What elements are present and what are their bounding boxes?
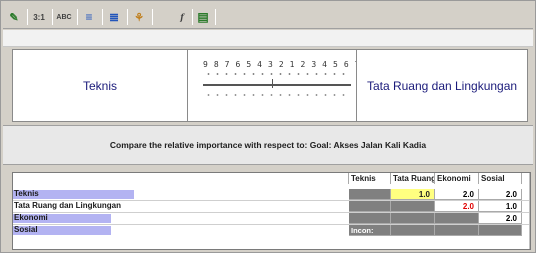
comparison-matrix: Teknis Tata Ruang Ekonomi Sosial Teknis … bbox=[12, 172, 531, 250]
matrix-corner bbox=[13, 173, 349, 184]
row-label[interactable]: Sosial bbox=[13, 225, 38, 235]
matrix-cell[interactable]: 2.0 bbox=[479, 189, 522, 200]
pairwise-icon[interactable]: ✎ bbox=[5, 7, 23, 27]
numerical-compare-button[interactable]: 3:1 bbox=[30, 7, 48, 27]
left-element-label[interactable]: Teknis bbox=[13, 50, 188, 121]
inconsistency-ratio: Incon: 0.07 bbox=[349, 225, 391, 246]
diagonal-cell bbox=[435, 213, 479, 224]
scale-ticks bbox=[204, 72, 350, 76]
scale-numbers: 9 8 7 6 5 4 3 2 1 2 3 4 5 6 7 8 9 bbox=[203, 60, 382, 69]
lower-cell bbox=[391, 225, 435, 236]
diagonal-cell bbox=[479, 225, 522, 236]
lower-cell bbox=[349, 201, 391, 212]
questionnaire-button[interactable]: ≣ bbox=[105, 7, 123, 27]
toolbar-separator bbox=[192, 9, 193, 25]
matrix-row: Ekonomi 2.0 bbox=[13, 213, 530, 224]
diagonal-cell bbox=[349, 189, 391, 200]
column-header[interactable]: Ekonomi bbox=[435, 173, 479, 184]
toolbar-separator bbox=[127, 9, 128, 25]
verbal-compare-button[interactable]: ABC bbox=[55, 7, 73, 27]
scale-track[interactable] bbox=[203, 84, 351, 86]
toolbar-separator bbox=[152, 9, 153, 25]
toolbar-separator bbox=[27, 9, 28, 25]
comparison-prompt: Compare the relative importance with res… bbox=[3, 125, 533, 165]
toolbar-separator bbox=[215, 9, 216, 25]
graphical-compare-button[interactable]: ≡ bbox=[80, 7, 98, 27]
ahp-comparison-window: ✎ 3:1 ABC ≡ ≣ ⚘ f ▤ Teknis 9 8 7 6 5 4 3… bbox=[0, 0, 536, 253]
row-label[interactable]: Tata Ruang dan Lingkungan bbox=[13, 201, 121, 211]
matrix-cell-selected[interactable]: 1.0 bbox=[391, 189, 435, 200]
matrix-cell[interactable]: 2.0 bbox=[435, 189, 479, 200]
toolbar-separator bbox=[102, 9, 103, 25]
comparison-panel: Teknis 9 8 7 6 5 4 3 2 1 2 3 4 5 6 7 8 9… bbox=[12, 49, 528, 122]
row-label[interactable]: Ekonomi bbox=[13, 213, 48, 223]
matrix-right-edge bbox=[529, 173, 530, 249]
matrix-cell[interactable]: 2.0 bbox=[479, 213, 522, 224]
formula-icon[interactable]: f bbox=[175, 7, 189, 27]
column-header[interactable]: Tata Ruang bbox=[391, 173, 435, 184]
lower-cell bbox=[391, 213, 435, 224]
column-header[interactable]: Sosial bbox=[479, 173, 522, 184]
matrix-cell[interactable]: 1.0 bbox=[479, 201, 522, 212]
right-element-label[interactable]: Tata Ruang dan Lingkungan bbox=[356, 50, 527, 121]
row-label[interactable]: Teknis bbox=[13, 189, 39, 199]
blank-band bbox=[3, 30, 533, 47]
toolbar-separator bbox=[77, 9, 78, 25]
grid-view-icon[interactable]: ▤ bbox=[195, 7, 211, 27]
column-header[interactable]: Teknis bbox=[349, 173, 391, 184]
scale-ticks bbox=[204, 93, 350, 97]
matrix-cell[interactable]: 2.0 bbox=[435, 201, 479, 212]
tree-icon[interactable]: ⚘ bbox=[130, 7, 148, 27]
matrix-row: Tata Ruang dan Lingkungan 2.0 1.0 bbox=[13, 201, 530, 212]
diagonal-cell bbox=[391, 201, 435, 212]
toolbar-separator bbox=[52, 9, 53, 25]
scale-slider-thumb[interactable] bbox=[272, 79, 276, 88]
matrix-row: Sosial Incon: 0.07 bbox=[13, 225, 530, 246]
toolbar: ✎ 3:1 ABC ≡ ≣ ⚘ f ▤ bbox=[3, 5, 533, 29]
lower-cell bbox=[435, 225, 479, 236]
comparison-scale[interactable]: 9 8 7 6 5 4 3 2 1 2 3 4 5 6 7 8 9 bbox=[189, 50, 381, 121]
matrix-row: Teknis 1.0 2.0 2.0 bbox=[13, 189, 530, 200]
lower-cell bbox=[349, 213, 391, 224]
